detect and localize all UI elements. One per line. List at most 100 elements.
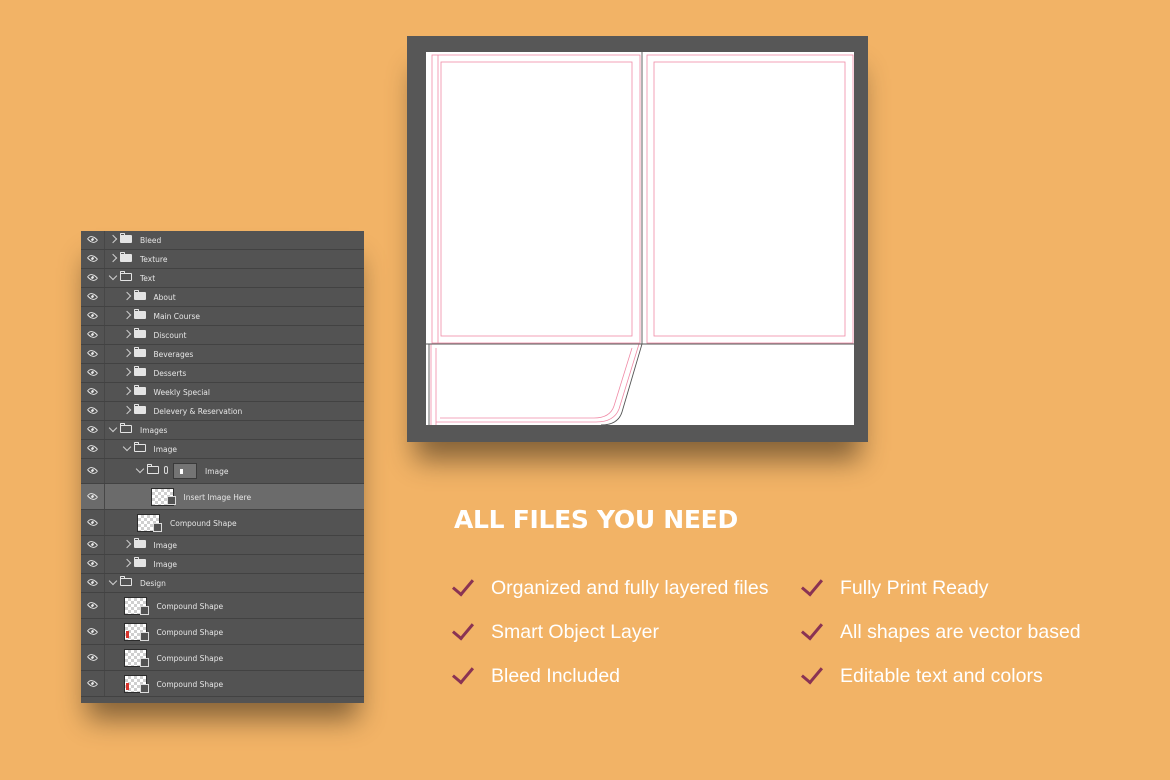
layer-row[interactable]: Images xyxy=(81,421,364,440)
eye-icon xyxy=(86,576,99,589)
layer-row[interactable]: Compound Shape xyxy=(81,619,364,645)
layer-row[interactable]: Insert Image Here xyxy=(81,484,364,510)
link-icon xyxy=(164,466,168,474)
visibility-toggle[interactable] xyxy=(81,421,105,439)
chevron-down-icon[interactable] xyxy=(122,442,131,452)
vector-shape-icon xyxy=(139,606,149,615)
layer-row[interactable]: Compound Shape xyxy=(81,671,364,697)
layer-row[interactable]: Image xyxy=(81,555,364,574)
visibility-toggle[interactable] xyxy=(81,250,105,268)
folder-icon xyxy=(120,423,132,433)
chevron-right-icon[interactable] xyxy=(122,310,131,320)
feature-item: Bleed Included xyxy=(491,665,621,687)
chevron-right-icon[interactable] xyxy=(122,558,131,568)
layer-row[interactable]: Texture xyxy=(81,250,364,269)
visibility-toggle[interactable] xyxy=(81,383,105,401)
layer-row[interactable]: About xyxy=(81,288,364,307)
feature-item: Smart Object Layer xyxy=(491,621,659,643)
visibility-toggle[interactable] xyxy=(81,288,105,306)
visibility-toggle[interactable] xyxy=(81,510,105,535)
visibility-toggle[interactable] xyxy=(81,484,105,509)
visibility-toggle[interactable] xyxy=(81,459,105,483)
layer-row[interactable]: Image xyxy=(81,459,364,484)
visibility-toggle[interactable] xyxy=(81,231,105,249)
chevron-right-icon[interactable] xyxy=(122,405,131,415)
visibility-toggle[interactable] xyxy=(81,307,105,325)
layer-name: Images xyxy=(140,425,168,435)
feature-item: Fully Print Ready xyxy=(840,577,989,599)
features-heading: ALL FILES YOU NEED xyxy=(454,505,738,534)
layer-name: Desserts xyxy=(153,368,187,378)
visibility-toggle[interactable] xyxy=(81,440,105,458)
vector-shape-icon xyxy=(139,658,149,667)
chevron-right-icon[interactable] xyxy=(122,539,131,549)
visibility-toggle[interactable] xyxy=(81,593,105,618)
layer-row[interactable]: Beverages xyxy=(81,345,364,364)
smart-object-icon xyxy=(166,496,176,505)
layer-name: Compound Shape xyxy=(156,601,224,611)
folder-icon xyxy=(133,557,146,567)
eye-icon xyxy=(86,366,99,379)
layer-name: Delevery & Reservation xyxy=(153,406,243,416)
folder-template-artboard xyxy=(426,52,854,425)
eye-icon xyxy=(86,309,99,322)
eye-icon xyxy=(86,385,99,398)
layer-row[interactable]: Compound Shape xyxy=(81,510,364,536)
visibility-toggle[interactable] xyxy=(81,536,105,554)
chevron-right-icon[interactable] xyxy=(108,253,118,263)
check-icon xyxy=(451,661,475,685)
chevron-down-icon[interactable] xyxy=(135,464,145,474)
visibility-toggle[interactable] xyxy=(81,326,105,344)
chevron-right-icon[interactable] xyxy=(122,329,131,339)
canvas-preview xyxy=(407,36,868,442)
layer-row[interactable]: Desserts xyxy=(81,364,364,383)
visibility-toggle[interactable] xyxy=(81,619,105,644)
layer-row[interactable]: Discount xyxy=(81,326,364,345)
eye-icon xyxy=(86,490,99,502)
layer-row[interactable]: Compound Shape xyxy=(81,645,364,671)
eye-icon xyxy=(86,464,99,477)
folder-icon xyxy=(147,464,159,474)
chevron-right-icon[interactable] xyxy=(108,234,118,244)
left-panel-bleed xyxy=(431,54,641,344)
visibility-toggle[interactable] xyxy=(81,269,105,287)
layer-row[interactable]: Bleed xyxy=(81,231,364,250)
vector-shape-icon xyxy=(153,523,162,532)
visibility-toggle[interactable] xyxy=(81,364,105,382)
visibility-toggle[interactable] xyxy=(81,555,105,573)
layer-row[interactable]: Image xyxy=(81,536,364,555)
layer-row[interactable]: Image xyxy=(81,440,364,459)
check-icon xyxy=(800,661,824,685)
visibility-toggle[interactable] xyxy=(81,345,105,363)
chevron-down-icon[interactable] xyxy=(108,271,118,281)
visibility-toggle[interactable] xyxy=(81,574,105,592)
layer-name: Compound Shape xyxy=(156,627,224,637)
layer-row[interactable]: Weekly Special xyxy=(81,383,364,402)
layer-row[interactable]: Design xyxy=(81,574,364,593)
chevron-right-icon[interactable] xyxy=(122,291,131,301)
layer-name: Text xyxy=(140,273,156,283)
layer-row[interactable]: Text xyxy=(81,269,364,288)
chevron-right-icon[interactable] xyxy=(122,348,131,358)
layers-panel: Bleed Texture Text About Main Course Discount… xyxy=(81,231,364,703)
chevron-right-icon[interactable] xyxy=(122,367,131,377)
visibility-toggle[interactable] xyxy=(81,402,105,420)
layer-row[interactable]: Delevery & Reservation xyxy=(81,402,364,421)
layer-name: Image xyxy=(205,466,229,476)
layer-name: Compound Shape xyxy=(170,518,237,528)
eye-icon xyxy=(86,557,99,570)
chevron-down-icon[interactable] xyxy=(108,576,118,586)
chevron-down-icon[interactable] xyxy=(108,423,118,433)
folder-icon xyxy=(133,366,146,376)
visibility-toggle[interactable] xyxy=(81,645,105,670)
feature-item: All shapes are vector based xyxy=(840,621,1081,643)
chevron-right-icon[interactable] xyxy=(122,386,131,396)
layer-name: Weekly Special xyxy=(153,387,210,397)
vector-shape-icon xyxy=(139,632,149,641)
visibility-toggle[interactable] xyxy=(81,671,105,696)
layer-row[interactable]: Main Course xyxy=(81,307,364,326)
layer-row[interactable]: Compound Shape xyxy=(81,593,364,619)
eye-icon xyxy=(86,423,99,436)
layer-mask-thumbnail[interactable] xyxy=(173,463,197,479)
eye-icon xyxy=(86,290,99,303)
